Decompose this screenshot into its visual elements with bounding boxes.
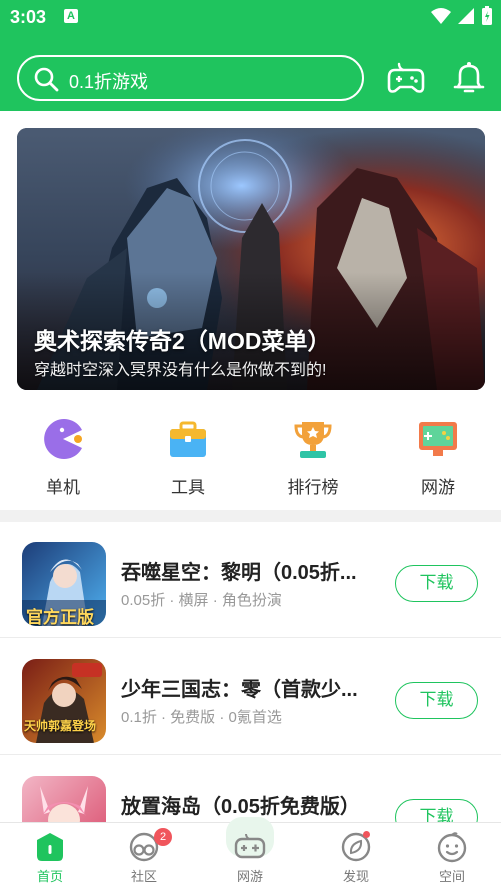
signal-icon: [458, 8, 474, 24]
status-bar: 3:03 A: [0, 0, 501, 34]
game-title: 吞噬星空：黎明（0.05折...: [121, 562, 357, 584]
status-icons: [431, 6, 493, 26]
game-thumbnail: 天帅郭嘉登场: [22, 659, 106, 743]
game-meta: 0.05折 · 横屏 · 角色扮演: [121, 592, 282, 609]
smiley-icon: [437, 832, 467, 863]
download-button[interactable]: 下载: [395, 682, 478, 719]
status-time: 3:03: [10, 7, 47, 27]
tab-discover[interactable]: 发现: [306, 823, 406, 890]
notification-icon: A: [64, 9, 78, 23]
tab-community[interactable]: 社区: [94, 823, 194, 890]
banner-title: 奥术探索传奇2（MOD菜单）: [34, 328, 331, 354]
trophy-icon: [294, 422, 332, 458]
game-title: 少年三国志：零（首款少...: [121, 679, 358, 701]
game-meta: 0.1折 · 免费版 · 0氪首选: [121, 709, 282, 726]
category-label: 单机: [46, 478, 80, 497]
bell-icon[interactable]: [451, 60, 487, 96]
game-list-item[interactable]: 天帅郭嘉登场 少年三国志：零（首款少... 0.1折 · 免费版 · 0氪首选 …: [0, 639, 501, 755]
discover-red-dot: [363, 831, 370, 838]
tab-label: 网游: [236, 869, 263, 884]
game-thumbnail: 官方正版: [22, 542, 106, 626]
top-header: 3:03 A 0.1折游戏: [0, 0, 501, 111]
tab-home[interactable]: 首页: [0, 823, 100, 890]
category-label: 工具: [171, 478, 205, 497]
tab-space[interactable]: 空间: [402, 823, 501, 890]
game-thumbnail-badge: 天帅郭嘉登场: [24, 719, 97, 733]
battery-icon: [482, 6, 492, 25]
community-badge: 2: [154, 828, 172, 846]
wifi-icon: [431, 8, 451, 24]
tab-label: 发现: [342, 869, 369, 884]
pacman-icon: [44, 419, 82, 459]
category-label: 网游: [421, 478, 455, 497]
category-online[interactable]: 网游: [388, 413, 488, 498]
search-bar[interactable]: 0.1折游戏: [17, 55, 364, 101]
game-screen-icon: [419, 422, 457, 456]
bottom-tab-bar: 首页 社区 网游 发现 空间: [0, 817, 501, 890]
search-placeholder: 0.1折游戏: [69, 72, 149, 92]
banner-subtitle: 穿越时空深入冥界没有什么是你做不到的!: [34, 362, 327, 379]
category-standalone[interactable]: 单机: [13, 413, 113, 498]
section-divider: [0, 510, 501, 522]
gamepad-icon[interactable]: [387, 60, 425, 96]
game-list-item[interactable]: 官方正版 吞噬星空：黎明（0.05折... 0.05折 · 横屏 · 角色扮演 …: [0, 522, 501, 638]
tab-label: 首页: [36, 869, 63, 884]
gamepad-icon: [234, 833, 266, 859]
category-tools[interactable]: 工具: [138, 413, 238, 498]
featured-banner[interactable]: 奥术探索传奇2（MOD菜单） 穿越时空深入冥界没有什么是你做不到的!: [17, 128, 485, 390]
tab-label: 空间: [438, 869, 465, 884]
category-label: 排行榜: [287, 478, 339, 497]
category-ranking[interactable]: 排行榜: [263, 413, 363, 498]
download-button[interactable]: 下载: [395, 565, 478, 602]
toolbox-icon: [170, 421, 206, 457]
game-thumbnail-badge: 官方正版: [26, 608, 94, 626]
game-title: 放置海岛（0.05折免费版）: [121, 796, 360, 818]
search-icon: [34, 67, 59, 92]
tab-label: 社区: [130, 869, 157, 884]
category-row: 单机 工具 排行榜 网游: [0, 413, 501, 497]
home-icon: [37, 833, 63, 861]
tab-online-games[interactable]: 网游: [200, 823, 300, 890]
